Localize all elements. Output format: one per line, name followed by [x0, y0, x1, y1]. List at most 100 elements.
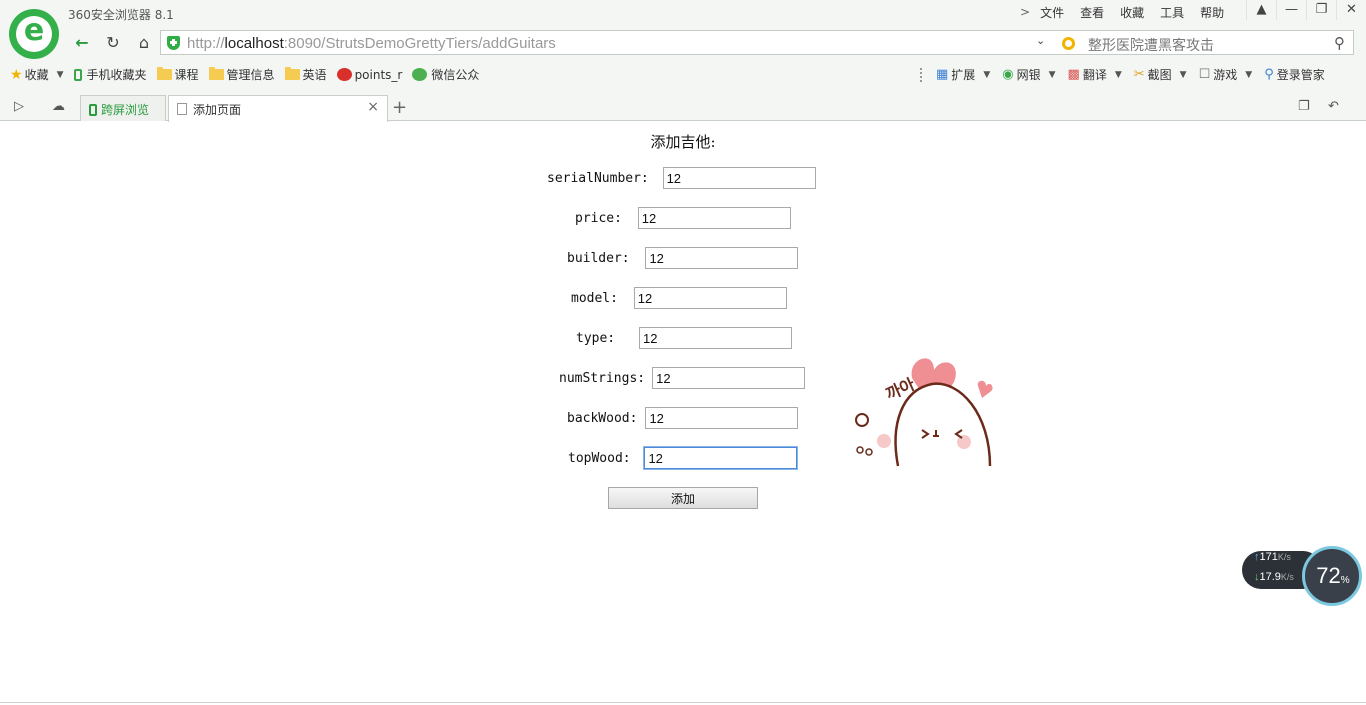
field-label: model: [571, 290, 626, 306]
bookmark-label: 微信公众 [431, 68, 480, 82]
cloud-icon[interactable]: ☁ [52, 99, 65, 114]
tool-games[interactable]: ☐ 游戏 ▼ [1199, 66, 1253, 83]
browser-logo-icon[interactable]: e [9, 9, 59, 59]
menu-favorites[interactable]: 收藏 [1120, 4, 1144, 21]
tool-screenshot[interactable]: ✂ 截图 ▼ [1134, 66, 1187, 83]
minimize-button[interactable]: — [1276, 0, 1306, 20]
phone-icon [89, 104, 97, 116]
tool-translate[interactable]: ▩ 翻译 ▼ [1068, 66, 1122, 83]
bookmark-label: 管理信息 [226, 68, 275, 82]
tool-label: 登录管家 [1276, 68, 1325, 82]
url-host: localhost [224, 35, 284, 52]
banking-shield-icon: ◉ [1002, 67, 1014, 82]
page-title: 添加吉他: [650, 133, 716, 151]
weibo-icon [336, 68, 352, 81]
undo-close-icon[interactable]: ↶ [1328, 99, 1339, 114]
bookmark-label: points_r [354, 67, 403, 82]
price-input[interactable] [637, 207, 791, 229]
chevron-down-icon[interactable]: ▼ [57, 70, 64, 80]
serial-number-input[interactable] [662, 167, 816, 189]
maximize-button[interactable]: ❐ [1306, 0, 1336, 20]
bookmark-english[interactable]: 英语 [284, 66, 327, 83]
tab-bar: ▷ ☁ 跨屏浏览 添加页面 × + ❐ ↶ [0, 94, 1366, 122]
bookmark-wechat[interactable]: 微信公众 [412, 66, 479, 83]
field-top-wood: topWood: [568, 447, 798, 469]
bookmarks-bar: ★ 收藏 ▼ 手机收藏夹 课程 管理信息 英语 points_r 微信公众 [10, 66, 489, 83]
bookmark-mobile[interactable]: 手机收藏夹 [73, 66, 147, 83]
bookmark-label: 英语 [302, 68, 327, 82]
bookmark-label: 手机收藏夹 [86, 68, 147, 82]
bookmark-management[interactable]: 管理信息 [208, 66, 275, 83]
menu-chevron-icon[interactable]: > [1020, 5, 1030, 19]
document-icon [177, 103, 187, 115]
tab-add-page[interactable]: 添加页面 × [168, 95, 388, 122]
refresh-button[interactable]: ↻ [99, 30, 127, 55]
field-label: numStrings: [559, 370, 646, 386]
builder-input[interactable] [645, 247, 799, 269]
search-engine-icon[interactable] [1062, 37, 1075, 50]
chevron-down-icon: ▼ [1179, 69, 1187, 80]
tool-label: 网银 [1016, 68, 1041, 82]
app-title: 360安全浏览器 8.1 [68, 8, 174, 22]
model-input[interactable] [633, 287, 787, 309]
address-bar[interactable]: http://localhost:8090/StrutsDemoGrettyTi… [160, 30, 1125, 55]
small-heart-shape [977, 380, 993, 398]
skin-icon[interactable]: ▲ [1246, 0, 1276, 20]
restore-tabs-icon[interactable]: ❐ [1298, 99, 1310, 114]
field-label: price: [575, 210, 630, 226]
tab-cross-screen[interactable]: 跨屏浏览 [80, 95, 166, 121]
close-tab-icon[interactable]: × [367, 99, 379, 115]
chevron-down-icon: ▼ [1114, 69, 1122, 80]
folder-icon [284, 67, 300, 80]
url-path: :8090/StrutsDemoGrettyTiers/addGuitars [283, 35, 556, 52]
key-search-icon: ⚲ [1264, 67, 1274, 82]
field-label: builder: [567, 250, 638, 266]
menu-tools[interactable]: 工具 [1160, 4, 1184, 21]
scissors-icon: ✂ [1133, 67, 1145, 82]
type-input[interactable] [638, 327, 792, 349]
home-button[interactable]: ⌂ [130, 30, 158, 55]
menu-help[interactable]: 帮助 [1200, 4, 1224, 21]
memory-gauge[interactable]: 72% [1302, 546, 1362, 606]
chevron-down-icon: ▼ [1048, 69, 1056, 80]
menu-view[interactable]: 查看 [1080, 4, 1104, 21]
search-icon[interactable]: ⚲ [1334, 34, 1345, 52]
url-dropdown-icon[interactable]: ⌄ [1036, 34, 1045, 47]
num-strings-input[interactable] [652, 367, 806, 389]
speed-widget[interactable]: ↑171K/s ↓17.9K/s 72% [1242, 546, 1362, 606]
mascot-body [894, 382, 992, 467]
upload-speed: ↑171K/s [1254, 551, 1291, 563]
bookmark-points[interactable]: points_r [336, 67, 403, 82]
dot-b [865, 448, 873, 456]
close-window-button[interactable]: ✕ [1336, 0, 1366, 20]
back-wood-input[interactable] [645, 407, 799, 429]
bookmark-favorites[interactable]: ★ 收藏 ▼ [10, 66, 64, 83]
chevron-down-icon: ▼ [1245, 69, 1253, 80]
field-num-strings: numStrings: [559, 367, 806, 389]
page-content: 添加吉他: serialNumber: price: builder: mode… [0, 122, 1366, 702]
top-wood-input[interactable] [644, 447, 798, 469]
field-price: price: [575, 207, 791, 229]
menu-file[interactable]: 文件 [1040, 4, 1064, 21]
tool-login-manager[interactable]: ⚲ 登录管家 [1264, 66, 1325, 83]
add-button[interactable]: 添加 [608, 487, 758, 509]
field-serial-number: serialNumber: [547, 167, 816, 189]
tool-label: 截图 [1147, 68, 1172, 82]
tab-label: 添加页面 [193, 103, 242, 117]
chevron-down-icon: ▼ [983, 69, 991, 80]
new-tab-button[interactable]: + [392, 97, 407, 118]
tools-separator [920, 67, 924, 82]
tool-banking[interactable]: ◉ 网银 ▼ [1002, 66, 1055, 83]
tool-extensions[interactable]: ▦ 扩展 ▼ [936, 66, 990, 83]
back-button[interactable]: ← [68, 30, 96, 55]
tab-label: 跨屏浏览 [101, 103, 150, 117]
search-input[interactable]: 整形医院遭黑客攻击 [1088, 35, 1214, 55]
bookmark-course[interactable]: 课程 [156, 66, 199, 83]
sidebar-toggle-icon[interactable]: ▷ [14, 99, 24, 114]
search-bar[interactable]: 整形医院遭黑客攻击 ⚲ [1058, 30, 1354, 55]
field-label: backWood: [567, 410, 638, 426]
field-label: type: [576, 330, 623, 346]
tool-label: 扩展 [951, 68, 976, 82]
security-shield-icon[interactable] [167, 36, 180, 50]
url-text[interactable]: http://localhost:8090/StrutsDemoGrettyTi… [187, 35, 556, 52]
